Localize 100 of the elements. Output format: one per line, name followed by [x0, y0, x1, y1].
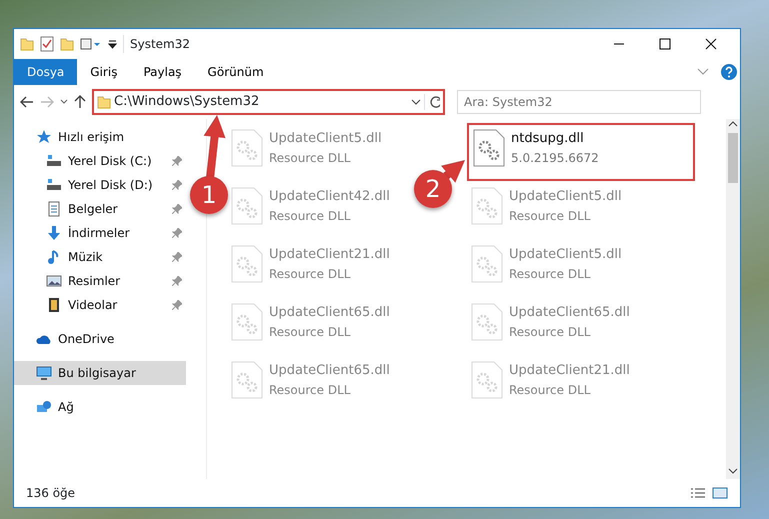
file-item[interactable]: UpdateClient65.dll Resource DLL [467, 299, 634, 347]
scrollbar[interactable] [726, 119, 740, 479]
window-title: System32 [123, 35, 190, 53]
gear-file-icon [231, 129, 263, 167]
callout-arrow [441, 160, 465, 183]
gear-file-icon [471, 187, 503, 225]
ribbon-tab[interactable]: Paylaş [130, 59, 195, 85]
pin-icon[interactable] [172, 300, 182, 310]
refresh-icon[interactable] [424, 94, 440, 110]
scroll-thumb[interactable] [728, 133, 738, 183]
file-detail: 5.0.2195.6672 [511, 150, 599, 166]
gear-file-icon [471, 245, 503, 283]
document-icon [46, 201, 62, 217]
nav-item[interactable]: Resimler [14, 269, 186, 293]
file-item[interactable]: UpdateClient21.dll Resource DLL [467, 357, 634, 405]
nav-label: Bu bilgisayar [58, 365, 137, 382]
pin-icon[interactable] [172, 156, 182, 166]
nav-label: Müzik [68, 249, 104, 266]
download-arrow-icon [46, 225, 62, 241]
nav-label: Resimler [68, 273, 122, 290]
file-item[interactable]: UpdateClient5.dll Resource DLL [467, 183, 626, 231]
nav-item[interactable]: Bu bilgisayar [14, 361, 186, 385]
file-name: UpdateClient21.dll [509, 362, 630, 380]
folder-icon [97, 95, 111, 109]
film-icon [46, 297, 62, 313]
nav-item[interactable]: Hızlı erişim [14, 125, 186, 149]
file-name: UpdateClient65.dll [269, 362, 390, 380]
nav-item[interactable]: Yerel Disk (D:) [14, 173, 186, 197]
file-detail: Resource DLL [509, 324, 592, 340]
details-view-icon[interactable] [690, 487, 706, 499]
search-field[interactable]: Ara: System32 [457, 90, 701, 114]
dropdown-icon[interactable] [108, 39, 117, 49]
file-menu-button[interactable]: Dosya [14, 59, 78, 85]
chevron-down-icon[interactable] [60, 99, 68, 105]
file-detail: Resource DLL [509, 382, 592, 398]
file-name: UpdateClient65.dll [509, 304, 630, 322]
file-item[interactable]: UpdateClient42.dll Resource DLL [227, 183, 394, 231]
pin-icon[interactable] [172, 276, 182, 286]
gear-file-icon [471, 361, 503, 399]
file-detail: Resource DLL [269, 382, 352, 398]
file-item[interactable]: UpdateClient65.dll Resource DLL [227, 357, 394, 405]
gear-file-icon [231, 245, 263, 283]
ribbon-tab[interactable]: Görünüm [194, 59, 277, 85]
address-bar[interactable]: C:\Windows\System32 [92, 89, 445, 115]
file-detail: Resource DLL [269, 266, 352, 282]
gear-file-icon [473, 129, 505, 167]
nav-label: Videolar [68, 297, 118, 314]
pin-icon[interactable] [172, 252, 182, 262]
file-detail: Resource DLL [269, 150, 352, 166]
nav-label: Yerel Disk (C:) [68, 153, 153, 170]
nav-label: OneDrive [58, 331, 116, 348]
nav-item[interactable]: İndirmeler [14, 221, 186, 245]
nav-item[interactable]: Müzik [14, 245, 186, 269]
help-icon[interactable] [721, 64, 737, 80]
nav-label: Ağ [58, 399, 75, 416]
drive-icon [46, 177, 62, 193]
network-icon [36, 399, 52, 415]
file-item[interactable]: UpdateClient5.dll Resource DLL [227, 125, 386, 173]
scroll-down-icon[interactable] [726, 466, 740, 476]
checkmark-document-icon[interactable] [40, 36, 54, 52]
file-detail: Resource DLL [269, 208, 352, 224]
item-count: 136 öğe [26, 485, 76, 502]
large-icons-view-icon[interactable] [712, 487, 728, 499]
gear-file-icon [231, 187, 263, 225]
nav-item[interactable]: Ağ [14, 395, 186, 419]
up-arrow-icon[interactable] [74, 95, 86, 109]
chevron-down-icon[interactable] [411, 98, 421, 106]
file-name: UpdateClient5.dll [509, 188, 622, 206]
file-detail: Resource DLL [509, 208, 592, 224]
file-name: ntdsupg.dll [511, 130, 585, 148]
star-icon [36, 129, 52, 145]
file-name: UpdateClient65.dll [269, 304, 390, 322]
file-item[interactable]: UpdateClient5.dll Resource DLL [467, 241, 626, 289]
back-arrow-icon[interactable] [20, 96, 34, 108]
nav-label: Yerel Disk (D:) [68, 177, 154, 194]
nav-item[interactable]: Yerel Disk (C:) [14, 149, 186, 173]
file-name: UpdateClient42.dll [269, 188, 390, 206]
gear-file-icon [231, 361, 263, 399]
properties-icon[interactable] [80, 37, 102, 51]
drive-icon [46, 153, 62, 169]
ribbon-tab[interactable]: Giriş [77, 59, 130, 85]
gear-file-icon [231, 303, 263, 341]
pin-icon[interactable] [172, 204, 182, 214]
scroll-up-icon[interactable] [726, 119, 740, 129]
file-item[interactable]: UpdateClient21.dll Resource DLL [227, 241, 394, 289]
file-detail: Resource DLL [509, 266, 592, 282]
file-item[interactable]: ntdsupg.dll 5.0.2195.6672 [467, 123, 695, 181]
nav-item[interactable]: Belgeler [14, 197, 186, 221]
file-item[interactable]: UpdateClient65.dll Resource DLL [227, 299, 394, 347]
nav-label: İndirmeler [68, 225, 131, 242]
gear-file-icon [471, 303, 503, 341]
nav-item[interactable]: OneDrive [14, 327, 186, 351]
file-name: UpdateClient5.dll [509, 246, 622, 264]
pin-icon[interactable] [172, 228, 182, 238]
pin-icon[interactable] [172, 180, 182, 190]
computer-icon [36, 365, 52, 381]
picture-icon [46, 273, 62, 289]
nav-item[interactable]: Videolar [14, 293, 186, 317]
file-detail: Resource DLL [269, 324, 352, 340]
file-name: UpdateClient5.dll [269, 130, 382, 148]
